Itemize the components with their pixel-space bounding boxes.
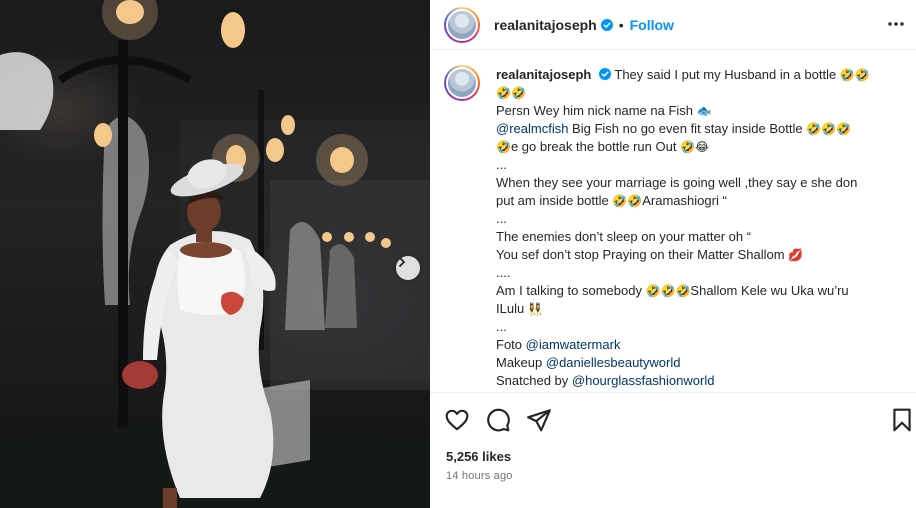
caption-line: Makeup — [496, 355, 546, 370]
likes-count[interactable]: 5,256 likes — [446, 449, 511, 464]
caption-line: ... — [496, 319, 507, 334]
more-options-icon — [888, 22, 904, 26]
caption-line: ... — [496, 211, 507, 226]
chevron-right-icon — [399, 257, 405, 267]
share-icon[interactable] — [526, 407, 552, 433]
post-actions: 5,256 likes 14 hours ago — [430, 392, 916, 508]
caption-line: Big Fish no go even fit stay inside Bott… — [568, 121, 803, 136]
fish-emoji: 🐟 — [696, 104, 712, 118]
mention-link[interactable]: @hourglassfashionworld — [572, 373, 715, 388]
caption-line: e go break the bottle run Out — [510, 139, 677, 154]
separator-dot: • — [618, 16, 624, 33]
emoji: 🤣🤣 — [839, 68, 870, 82]
caption-line: Snatched by — [496, 373, 572, 388]
caption-line: ... — [496, 157, 507, 172]
more-options-button[interactable] — [884, 12, 908, 36]
follow-button[interactable]: Follow — [630, 17, 674, 33]
heart-icon[interactable] — [444, 407, 470, 433]
caption-avatar[interactable] — [444, 65, 480, 101]
emoji: 🤣 — [496, 140, 511, 154]
emoji: 🤣😂 — [680, 140, 710, 154]
avatar[interactable] — [444, 6, 480, 43]
post-photo-illustration — [0, 0, 430, 508]
post-header: realanitajoseph • Follow — [430, 0, 916, 50]
caption-line: ILulu — [496, 301, 525, 316]
verified-badge-icon — [599, 68, 611, 80]
caption-line: .... — [496, 265, 511, 280]
carousel-next-button[interactable] — [396, 256, 420, 280]
post-author-username[interactable]: realanitajoseph — [494, 17, 597, 33]
mention-link[interactable]: @daniellesbeautyworld — [546, 355, 681, 370]
caption-line: When they see your marriage is going wel… — [496, 175, 858, 190]
mention-link[interactable]: @realmcfish — [496, 121, 568, 136]
caption-line: The enemies don’t sleep on your matter o… — [496, 229, 752, 244]
lips-emoji: 💋 — [788, 248, 804, 262]
post-timestamp[interactable]: 14 hours ago — [446, 470, 513, 482]
dancers-emoji: 👯‍♀️ — [527, 302, 543, 316]
caption-area: realanitajoseph They said I put my Husba… — [430, 51, 916, 392]
caption-line: Persn Wey him nick name na Fish — [496, 103, 693, 118]
caption-line: Foto — [496, 337, 526, 352]
verified-badge-icon — [600, 18, 613, 31]
emoji: 🤣🤣 — [496, 86, 526, 100]
caption-line: You sef don’t stop Praying on their Matt… — [496, 247, 785, 262]
caption-line: Shallom Kele wu Uka wu’ru — [690, 283, 849, 298]
caption-text: realanitajoseph They said I put my Husba… — [496, 66, 910, 390]
post-details-panel: realanitajoseph • Follow realanitajoseph — [430, 0, 916, 508]
caption-line: put am inside bottle — [496, 193, 609, 208]
caption-line: They said I put my Husband in a bottle — [614, 67, 837, 82]
emoji: 🤣🤣 — [612, 194, 643, 208]
bookmark-icon[interactable] — [889, 407, 915, 433]
caption-line: Aramashiogri “ — [642, 193, 727, 208]
caption-line: Am I talking to somebody — [496, 283, 642, 298]
emoji: 🤣🤣🤣 — [645, 284, 691, 298]
post-image[interactable] — [0, 0, 430, 508]
mention-link[interactable]: @iamwatermark — [526, 337, 621, 352]
comment-icon[interactable] — [485, 407, 511, 433]
emoji: 🤣🤣🤣 — [806, 122, 852, 136]
caption-username[interactable]: realanitajoseph — [496, 67, 591, 82]
